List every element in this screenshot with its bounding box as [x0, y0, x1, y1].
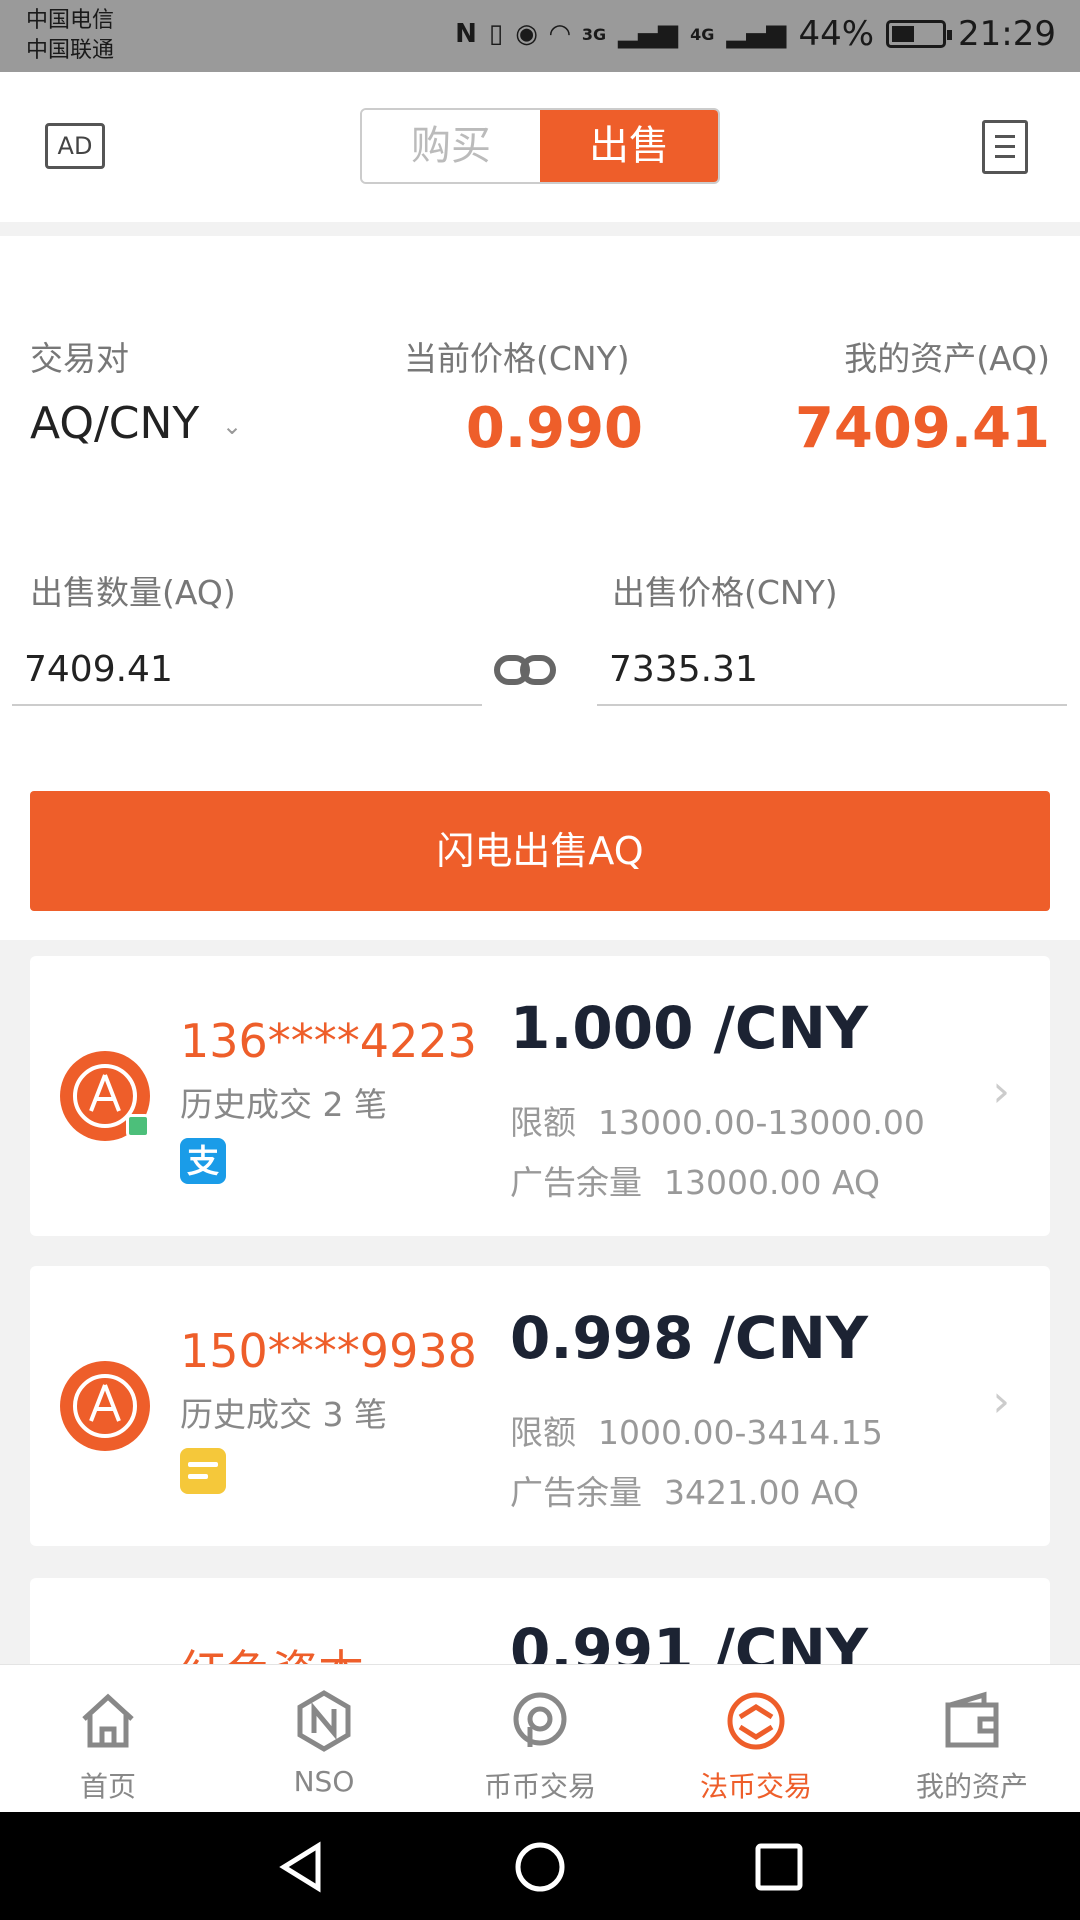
limit-label: 限额 [510, 1413, 576, 1452]
listing-price: 1.000 /CNY [510, 994, 868, 1062]
carrier-info: 中国电信 中国联通 [26, 6, 114, 66]
coin-trade-icon [513, 1692, 567, 1747]
buy-sell-switch: 购买 出售 [360, 108, 720, 184]
signal-icon: ▂▄▆ [726, 19, 787, 49]
listing-price: 0.998 /CNY [510, 1304, 868, 1372]
pair-label: 交易对 [30, 339, 129, 378]
limit-row: 限额 13000.00-13000.00 [510, 1096, 925, 1144]
orders-document-icon[interactable] [982, 120, 1028, 174]
seller-name: 150****9938 [180, 1324, 477, 1378]
tab-label: 法币交易 [699, 1770, 812, 1803]
clock: 21:29 [958, 14, 1056, 54]
status-bar: 中国电信 中国联通 N ▯ ◉ ◠ 3G ▂▄▆ 4G ▂▄▆ 44% 21:2… [0, 0, 1080, 72]
online-status-icon [126, 1114, 150, 1138]
sell-quantity-input[interactable]: 7409.41 [12, 642, 482, 706]
remaining-label: 广告余量 [510, 1473, 642, 1512]
limit-value: 1000.00-3414.15 [598, 1413, 883, 1452]
bank-card-icon [180, 1448, 226, 1494]
ad-button[interactable]: AD [45, 123, 105, 169]
nso-icon [297, 1690, 351, 1752]
remaining-value: 3421.00 AQ [664, 1473, 859, 1512]
tab-coin-trade[interactable]: 币币交易 [432, 1665, 648, 1812]
remaining-row: 广告余量 3421.00 AQ [510, 1466, 859, 1514]
pair-selector[interactable]: AQ/CNY [30, 398, 199, 449]
sell-price-label: 出售价格(CNY) [612, 573, 838, 612]
home-nav-icon[interactable] [513, 1840, 567, 1894]
tab-label: 我的资产 [915, 1770, 1028, 1803]
remaining-label: 广告余量 [510, 1163, 642, 1202]
sell-price-input[interactable]: 7335.31 [597, 642, 1067, 706]
carrier-2: 中国联通 [26, 38, 115, 63]
top-header: AD 购买 出售 [0, 72, 1080, 222]
seller-avatar [60, 1361, 150, 1451]
tab-nso[interactable]: NSO [216, 1665, 432, 1812]
trade-history: 历史成交 3 笔 [180, 1395, 387, 1434]
anchor-logo-icon [73, 1374, 137, 1438]
tab-fiat-trade[interactable]: 法币交易 [648, 1665, 864, 1812]
status-icons: N ▯ ◉ ◠ 3G ▂▄▆ 4G ▂▄▆ 44% 21:29 [455, 14, 1056, 54]
wifi-icon: ◠ [549, 19, 570, 49]
my-asset-label: 我的资产(AQ) [844, 339, 1050, 378]
flash-sell-button[interactable]: 闪电出售AQ [30, 791, 1050, 911]
signal-3g-label: 3G [581, 24, 607, 44]
listing-card[interactable]: 150****9938 历史成交 3 笔 0.998 /CNY 限额 1000.0… [30, 1266, 1050, 1546]
carrier-1: 中国电信 [26, 8, 115, 33]
battery-icon [886, 20, 953, 48]
sell-quantity-label: 出售数量(AQ) [30, 573, 236, 612]
limit-value: 13000.00-13000.00 [598, 1103, 925, 1142]
seller-name: 136****4223 [180, 1014, 477, 1068]
eye-icon: ◉ [515, 19, 538, 49]
tab-label: 首页 [79, 1770, 136, 1803]
limit-row: 限额 1000.00-3414.15 [510, 1406, 883, 1454]
quick-sell-panel: 交易对 当前价格(CNY) 我的资产(AQ) AQ/CNY ⌄ 0.990 74… [0, 236, 1080, 940]
wallet-icon [945, 1691, 999, 1748]
tab-sell[interactable]: 出售 [540, 110, 718, 182]
fiat-trade-icon [727, 1692, 785, 1750]
limit-label: 限额 [510, 1103, 576, 1142]
nfc-icon: N [455, 19, 477, 49]
tab-buy[interactable]: 购买 [362, 110, 540, 182]
bottom-tab-bar: 首页 NSO 币币交易 法币交易 我的资产 [0, 1664, 1080, 1812]
current-price-label: 当前价格(CNY) [404, 339, 630, 378]
my-asset-value: 7409.41 [794, 396, 1050, 461]
signal-icon: ▂▄▆ [618, 19, 679, 49]
remaining-row: 广告余量 13000.00 AQ [510, 1156, 880, 1204]
tab-home[interactable]: 首页 [0, 1665, 216, 1812]
home-icon [82, 1693, 134, 1748]
signal-4g-label: 4G [690, 24, 715, 44]
system-nav-bar [0, 1812, 1080, 1920]
tab-label: NSO [293, 1765, 355, 1798]
back-icon[interactable] [274, 1840, 328, 1894]
alipay-icon: 支 [180, 1138, 226, 1184]
link-icon[interactable] [494, 650, 556, 690]
listing-card[interactable]: 136****4223 历史成交 2 笔 支 1.000 /CNY 限额 1300… [30, 956, 1050, 1236]
battery-percent: 44% [798, 14, 875, 54]
vibrate-icon: ▯ [488, 19, 504, 49]
tab-label: 币币交易 [483, 1770, 596, 1803]
tab-my-assets[interactable]: 我的资产 [864, 1665, 1080, 1812]
chevron-right-icon[interactable]: › [992, 1376, 1010, 1427]
recents-icon[interactable] [752, 1840, 806, 1894]
current-price-value: 0.990 [465, 396, 643, 461]
chevron-right-icon[interactable]: › [992, 1066, 1010, 1117]
chevron-down-icon[interactable]: ⌄ [222, 412, 242, 440]
remaining-value: 13000.00 AQ [664, 1163, 880, 1202]
trade-history: 历史成交 2 笔 [180, 1085, 387, 1124]
